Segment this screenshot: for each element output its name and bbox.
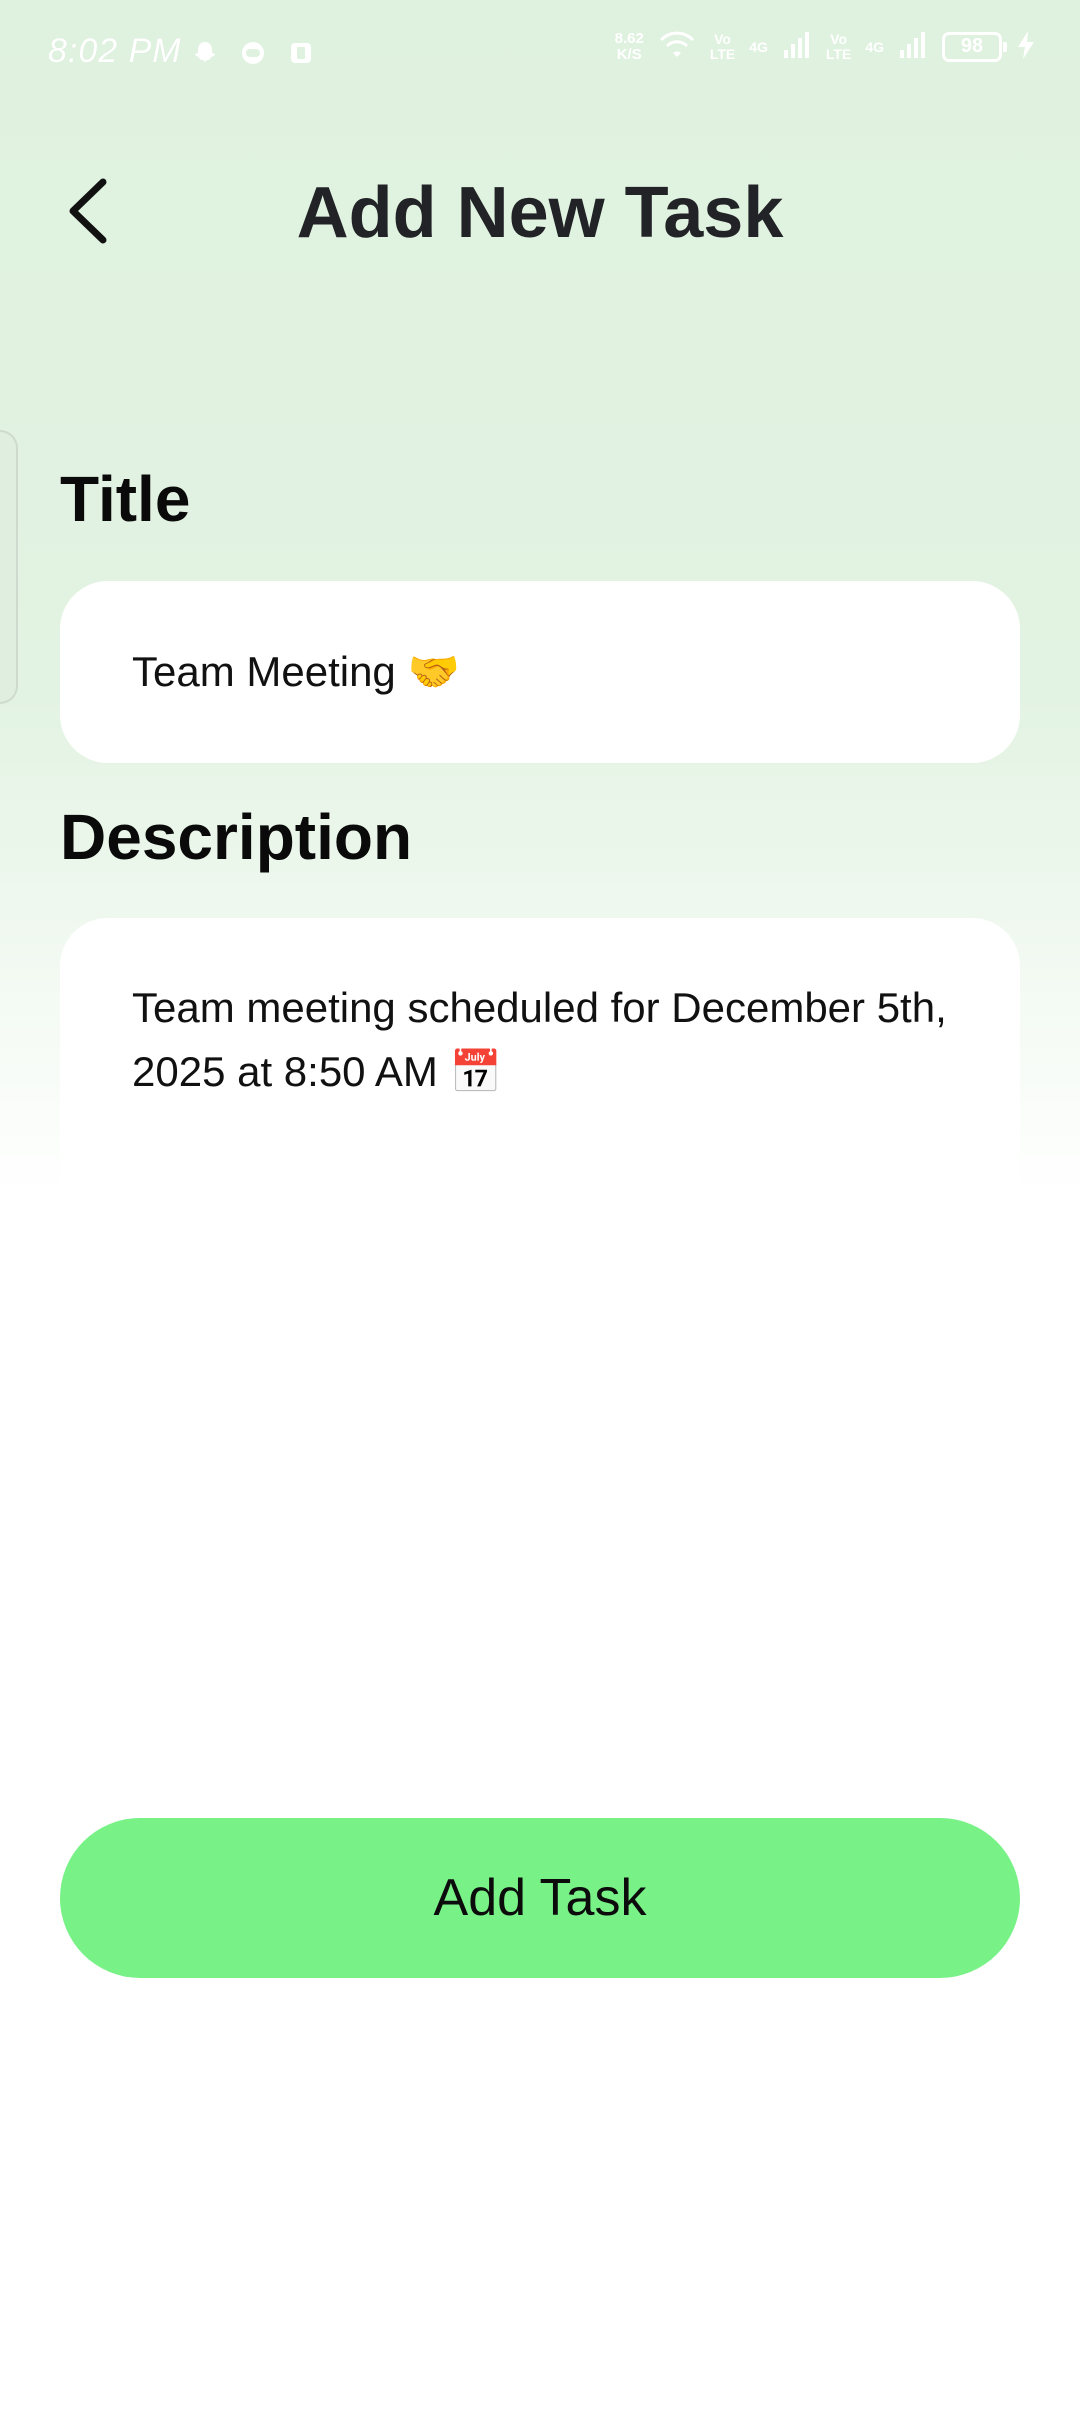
add-task-button[interactable]: Add Task bbox=[60, 1818, 1020, 1978]
status-system-icons: 8.62 K/S Vo LTE 4G Vo LTE 4G 98 bbox=[615, 30, 1036, 63]
signal-icon-2 bbox=[898, 30, 928, 63]
volte-top: Vo bbox=[714, 30, 731, 47]
title-input[interactable]: Team Meeting 🤝 bbox=[60, 581, 1020, 763]
title-label: Title bbox=[60, 463, 191, 535]
network-speed: 8.62 K/S bbox=[614, 29, 644, 63]
description-label: Description bbox=[60, 801, 413, 873]
net-speed-value: 8.62 bbox=[614, 29, 644, 47]
description-input[interactable]: Team meeting scheduled for December 5th,… bbox=[60, 918, 1020, 1338]
page-title: Add New Task bbox=[296, 173, 784, 253]
volte-indicator-2: Vo LTE bbox=[825, 30, 852, 62]
status-time: 8:02 PM bbox=[48, 32, 182, 70]
status-bar: 8:02 PM 8.62 K/S Vo LTE 4G Vo LTE 4G 98 bbox=[0, 0, 1080, 110]
battery-level: 98 bbox=[960, 35, 984, 57]
status-notification-icons bbox=[190, 38, 316, 68]
snapchat-icon bbox=[190, 38, 220, 68]
charging-icon bbox=[1016, 30, 1036, 63]
signal-icon bbox=[782, 30, 812, 63]
message-icon bbox=[238, 38, 268, 68]
app-icon bbox=[286, 38, 316, 68]
battery-icon: 98 bbox=[942, 31, 1007, 62]
add-task-label: Add Task bbox=[433, 1869, 647, 1927]
volte-indicator-1: Vo LTE bbox=[709, 30, 736, 62]
title-input-value: Team Meeting 🤝 bbox=[132, 647, 460, 695]
volte-bottom: LTE bbox=[709, 45, 736, 62]
volte2-top: Vo bbox=[830, 30, 848, 47]
description-input-value: Team meeting scheduled for December 5th,… bbox=[132, 984, 947, 1095]
network-type-2: 4G bbox=[865, 38, 884, 55]
edge-panel-handle[interactable] bbox=[0, 430, 18, 704]
net-speed-unit: K/S bbox=[616, 45, 642, 63]
wifi-icon bbox=[658, 30, 696, 63]
volte2-bottom: LTE bbox=[825, 45, 852, 62]
network-type-1: 4G bbox=[749, 38, 768, 55]
